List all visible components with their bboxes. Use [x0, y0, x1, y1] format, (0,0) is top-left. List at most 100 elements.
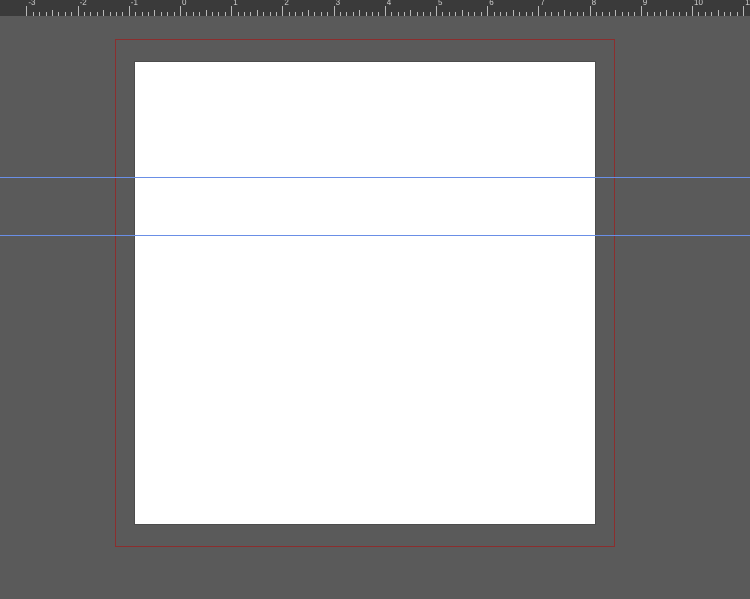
ruler-tick-minor [724, 12, 725, 16]
ruler-tick-minor [257, 10, 258, 16]
ruler-tick-minor [654, 12, 655, 16]
ruler-tick-major [334, 6, 335, 16]
ruler-tick-minor [622, 12, 623, 16]
ruler-tick-minor [628, 12, 629, 16]
ruler-tick-minor [705, 12, 706, 16]
ruler-tick-minor [359, 10, 360, 16]
ruler-tick-major [282, 6, 283, 16]
ruler-tick-minor [615, 10, 616, 16]
ruler-tick-minor [218, 12, 219, 16]
ruler-label: 8 [592, 0, 596, 7]
ruler-label: 4 [387, 0, 391, 7]
ruler-tick-major [231, 6, 232, 16]
ruler-tick-minor [295, 12, 296, 16]
ruler-tick-minor [353, 12, 354, 16]
ruler-tick-minor [410, 10, 411, 16]
ruler-label: 0 [182, 0, 186, 7]
ruler-tick-major [641, 6, 642, 16]
artboard-page[interactable] [135, 62, 595, 524]
ruler-tick-minor [526, 12, 527, 16]
ruler-label: 1 [233, 0, 237, 7]
ruler-tick-minor [135, 12, 136, 16]
ruler-tick-minor [494, 12, 495, 16]
ruler-tick-minor [84, 12, 85, 16]
ruler-tick-minor [596, 12, 597, 16]
ruler-tick-minor [193, 12, 194, 16]
ruler-tick-minor [404, 12, 405, 16]
ruler-tick-minor [250, 12, 251, 16]
ruler-tick-minor [33, 12, 34, 16]
ruler-label: 3 [336, 0, 340, 7]
ruler-tick-minor [468, 12, 469, 16]
ruler-tick-minor [686, 12, 687, 16]
ruler-tick-minor [161, 12, 162, 16]
ruler-tick-major [436, 6, 437, 16]
ruler-tick-minor [103, 10, 104, 16]
ruler-tick-minor [167, 12, 168, 16]
ruler-tick-minor [666, 10, 667, 16]
ruler-tick-minor [340, 12, 341, 16]
ruler-tick-minor [225, 12, 226, 16]
ruler-tick-minor [455, 12, 456, 16]
ruler-tick-major [590, 6, 591, 16]
ruler-tick-minor [417, 12, 418, 16]
ruler-label: 7 [540, 0, 544, 7]
ruler-tick-minor [244, 12, 245, 16]
ruler-tick-minor [513, 10, 514, 16]
ruler-tick-minor [634, 12, 635, 16]
ruler-tick-minor [679, 12, 680, 16]
ruler-tick-minor [186, 12, 187, 16]
ruler-tick-minor [238, 12, 239, 16]
ruler-tick-minor [39, 12, 40, 16]
ruler-tick-minor [462, 10, 463, 16]
ruler-label: 6 [489, 0, 493, 7]
ruler-tick-minor [481, 12, 482, 16]
ruler-tick-minor [737, 12, 738, 16]
ruler-tick-minor [327, 12, 328, 16]
ruler-tick-minor [474, 12, 475, 16]
ruler-tick-minor [698, 12, 699, 16]
ruler-tick-minor [148, 12, 149, 16]
ruler-tick-major [487, 6, 488, 16]
ruler-label: -2 [80, 0, 87, 7]
horizontal-ruler[interactable]: -3-2-101234567891011121314 [0, 0, 750, 16]
ruler-tick-minor [506, 12, 507, 16]
ruler-tick-major [129, 6, 130, 16]
ruler-tick-minor [263, 12, 264, 16]
ruler-tick-minor [122, 12, 123, 16]
pasteboard[interactable] [0, 16, 750, 599]
ruler-tick-minor [206, 10, 207, 16]
ruler-tick-minor [449, 12, 450, 16]
ruler-tick-minor [519, 12, 520, 16]
ruler-tick-minor [199, 12, 200, 16]
ruler-tick-minor [500, 12, 501, 16]
ruler-tick-minor [583, 12, 584, 16]
ruler-tick-minor [71, 12, 72, 16]
ruler-tick-minor [314, 12, 315, 16]
horizontal-guide-1[interactable] [0, 177, 750, 178]
ruler-tick-major [692, 6, 693, 16]
ruler-tick-minor [174, 12, 175, 16]
ruler-tick-minor [212, 12, 213, 16]
ruler-tick-minor [577, 12, 578, 16]
horizontal-guide-2[interactable] [0, 235, 750, 236]
ruler-tick-minor [110, 12, 111, 16]
ruler-tick-minor [673, 12, 674, 16]
ruler-tick-minor [430, 12, 431, 16]
ruler-tick-minor [647, 12, 648, 16]
ruler-tick-minor [276, 12, 277, 16]
ruler-tick-minor [718, 10, 719, 16]
ruler-tick-major [538, 6, 539, 16]
ruler-tick-minor [711, 12, 712, 16]
ruler-label: 2 [284, 0, 288, 7]
ruler-label: 11 [745, 0, 750, 7]
ruler-tick-minor [551, 12, 552, 16]
ruler-tick-minor [46, 12, 47, 16]
ruler-tick-minor [346, 12, 347, 16]
ruler-tick-major [385, 6, 386, 16]
ruler-tick-minor [378, 12, 379, 16]
ruler-tick-minor [730, 12, 731, 16]
ruler-tick-minor [564, 10, 565, 16]
ruler-tick-minor [602, 12, 603, 16]
ruler-tick-minor [58, 12, 59, 16]
